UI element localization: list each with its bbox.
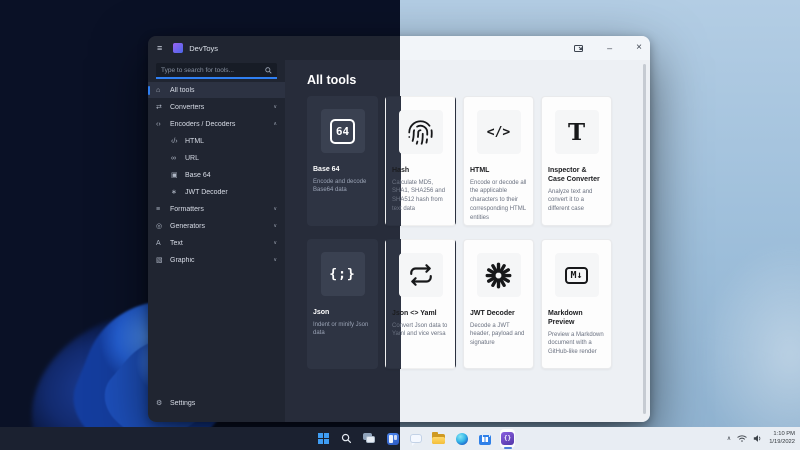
- chevron-down-icon[interactable]: ∨: [273, 206, 277, 212]
- devtoys-window: ≡ DevToys – × ⌂ All tools ⇄ Converter: [148, 36, 650, 422]
- chat-button[interactable]: [408, 431, 423, 446]
- tool-card-grid: 64 Base 64 Encode and decode Base64 data: [307, 96, 612, 369]
- sidebar-item-all-tools[interactable]: ⌂ All tools: [148, 82, 285, 98]
- tool-card-jwt-decoder[interactable]: JWT Decoder Decode a JWT header, payload…: [463, 239, 534, 369]
- json-icon: {;}: [320, 252, 365, 296]
- folder-icon: [432, 431, 445, 444]
- minimize-button[interactable]: –: [607, 43, 612, 53]
- html-icon: ‹/›: [171, 137, 178, 145]
- edge-button[interactable]: [454, 431, 469, 446]
- sidebar: ⌂ All tools ⇄ Converters ∨ ‹› Encoders /…: [148, 60, 285, 422]
- tool-card-markdown-preview[interactable]: M↓ Markdown Preview Preview a Markdown d…: [541, 239, 612, 369]
- code-icon: </>: [476, 110, 521, 154]
- chevron-down-icon[interactable]: ∨: [273, 223, 277, 229]
- sidebar-item-base64[interactable]: ▣ Base 64: [148, 167, 285, 183]
- chevron-down-icon[interactable]: ∨: [273, 104, 277, 110]
- sidebar-item-text[interactable]: A Text ∨: [148, 235, 285, 251]
- chevron-up-icon[interactable]: ∧: [273, 121, 277, 127]
- edge-browser-icon: [455, 432, 468, 445]
- sidebar-item-jwt-decoder[interactable]: ∗ JWT Decoder: [148, 184, 285, 200]
- jwt-icon: ∗: [171, 189, 177, 196]
- sidebar-item-url[interactable]: ∞ URL: [148, 150, 285, 166]
- burst-icon: [476, 253, 521, 297]
- chevron-down-icon[interactable]: ∨: [273, 257, 277, 263]
- tool-card-hash[interactable]: Hash Calculate MD5, SHA1, SHA256 and SHA…: [385, 96, 456, 226]
- compact-overlay-button[interactable]: [574, 44, 584, 52]
- convert-icon: ⇄: [156, 104, 162, 111]
- tool-card-html[interactable]: </> HTML Encode or decode all the applic…: [463, 96, 534, 226]
- widgets-icon: [386, 432, 399, 445]
- sidebar-item-html[interactable]: ‹/› HTML: [148, 133, 285, 149]
- chevron-down-icon[interactable]: ∨: [273, 240, 277, 246]
- chat-bubble-icon: [409, 434, 422, 446]
- start-button[interactable]: [316, 431, 331, 446]
- search-icon[interactable]: [265, 66, 272, 74]
- microsoft-store-icon: [478, 431, 491, 445]
- windows-logo-icon: [318, 433, 329, 444]
- search-icon: [341, 433, 352, 444]
- generator-icon: ◎: [156, 223, 163, 230]
- gear-icon: ⚙: [156, 400, 163, 407]
- taskbar-icon-row: {}: [316, 427, 515, 450]
- main-pane: All tools 64 Base 64 Encode and decode B…: [285, 60, 650, 422]
- base64-icon: ▣: [171, 172, 178, 179]
- search-box[interactable]: [156, 63, 277, 79]
- sidebar-item-formatters[interactable]: ≡ Formatters ∨: [148, 201, 285, 217]
- taskbar-clock[interactable]: 1:10 PM 1/19/2022: [769, 431, 795, 445]
- markdown-icon: M↓: [554, 253, 599, 297]
- base64-icon: 64: [320, 109, 365, 153]
- sidebar-nav: ⌂ All tools ⇄ Converters ∨ ‹› Encoders /…: [148, 82, 285, 268]
- devtoys-app-icon: {}: [501, 432, 514, 445]
- taskbar: {} ∧ 1:10 PM 1/19/2022: [0, 427, 800, 450]
- clock-time: 1:10 PM: [773, 431, 795, 438]
- sidebar-item-settings[interactable]: ⚙ Settings: [148, 395, 285, 411]
- devtoys-logo-icon: [173, 43, 184, 53]
- sidebar-item-encoders-decoders[interactable]: ‹› Encoders / Decoders ∧: [148, 116, 285, 132]
- sidebar-item-generators[interactable]: ◎ Generators ∨: [148, 218, 285, 234]
- search-input[interactable]: [161, 66, 265, 74]
- clock-date: 1/19/2022: [769, 438, 795, 445]
- window-title: DevToys: [189, 43, 219, 53]
- letter-t-icon: T: [554, 110, 599, 154]
- text-icon: A: [156, 239, 161, 247]
- repeat-icon: [398, 253, 443, 297]
- tool-card-json-yaml[interactable]: Json <> Yaml Convert Json data to Yaml a…: [385, 239, 456, 369]
- store-button[interactable]: [477, 431, 492, 446]
- running-app-indicator: [503, 447, 512, 449]
- task-view-button[interactable]: [362, 431, 377, 446]
- fingerprint-icon: [398, 110, 443, 154]
- tray-chevron-up-icon[interactable]: ∧: [727, 436, 731, 442]
- graphic-icon: ▧: [156, 257, 163, 264]
- sidebar-item-graphic[interactable]: ▧ Graphic ∨: [148, 252, 285, 268]
- page-title: All tools: [307, 73, 357, 87]
- devtoys-taskbar-button[interactable]: {}: [500, 429, 515, 449]
- home-icon: ⌂: [156, 86, 161, 94]
- widgets-button[interactable]: [385, 431, 400, 446]
- taskbar-search-button[interactable]: [339, 431, 354, 446]
- link-icon: ∞: [171, 154, 176, 162]
- sidebar-item-converters[interactable]: ⇄ Converters ∨: [148, 99, 285, 115]
- tool-card-base64[interactable]: 64 Base 64 Encode and decode Base64 data: [307, 96, 378, 226]
- hamburger-menu-icon[interactable]: ≡: [157, 43, 162, 53]
- system-tray: ∧ 1:10 PM 1/19/2022: [727, 427, 795, 450]
- close-button[interactable]: ×: [636, 43, 642, 53]
- scrollbar[interactable]: [643, 64, 646, 414]
- formatter-icon: ≡: [156, 205, 161, 213]
- tool-card-json[interactable]: {;} Json Indent or minify Json data: [307, 239, 378, 369]
- volume-icon[interactable]: [753, 434, 763, 443]
- wifi-icon[interactable]: [737, 434, 747, 443]
- file-explorer-button[interactable]: [431, 431, 446, 446]
- titlebar[interactable]: ≡ DevToys – ×: [148, 36, 650, 60]
- encoder-icon: ‹›: [156, 120, 161, 128]
- tool-card-inspector-case-converter[interactable]: T Inspector & Case Converter Analyze tex…: [541, 96, 612, 226]
- bloom-glow-icon: [700, 240, 800, 450]
